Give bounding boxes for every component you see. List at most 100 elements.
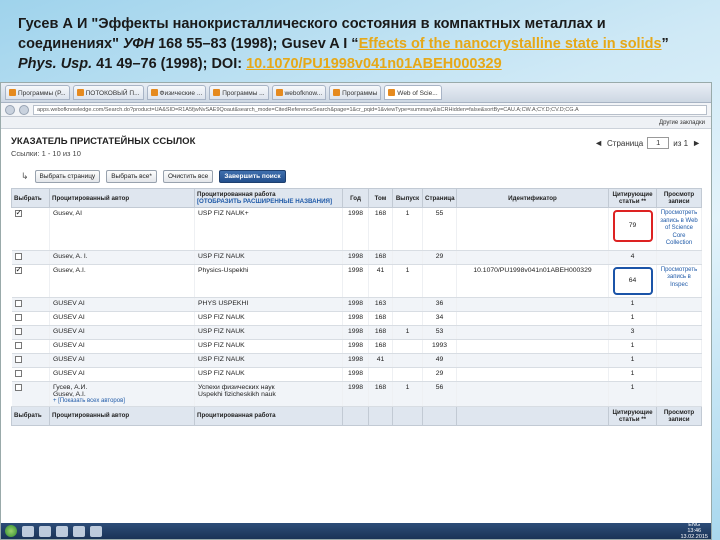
view-record-link[interactable] [656,353,702,368]
cell-author[interactable]: GUSEV AI [53,342,191,349]
browser-tab[interactable]: Программы ... [209,85,269,100]
title-journal-ru: УФН [123,36,155,52]
citing-count[interactable]: 3 [631,328,635,335]
row-checkbox[interactable] [14,208,22,217]
back-icon[interactable] [5,104,15,115]
cell-issue [392,339,423,354]
other-bookmarks[interactable]: Другие закладки [659,120,705,126]
view-record-link[interactable] [656,297,702,312]
citing-count[interactable]: 4 [631,253,635,260]
citing-count-highlight[interactable]: 64 [612,266,653,295]
browser-tab[interactable]: Web of Scie... [384,85,442,100]
cell-page: 56 [422,381,457,407]
forward-icon[interactable] [19,104,29,115]
view-record-link[interactable]: Просмотреть запись в Inspec [656,264,702,298]
view-record-link[interactable] [656,339,702,354]
word-icon[interactable] [73,525,85,537]
browser-tab[interactable]: ПОТОКОВЫЙ П... [72,85,144,100]
row-checkbox[interactable] [14,369,22,377]
show-all-authors-link[interactable]: + [Показать всех авторов] [53,398,191,404]
view-record-link[interactable] [656,367,702,382]
citing-count[interactable]: 1 [631,342,635,349]
browser-tab[interactable]: Программы (Р... [5,85,70,100]
row-checkbox[interactable] [14,355,22,363]
media-icon[interactable] [56,525,68,537]
row-checkbox[interactable] [14,341,22,349]
next-page-icon[interactable]: ► [692,138,701,148]
page-number-input[interactable]: 1 [647,137,670,149]
col-volume: Том [368,188,393,208]
cell-identifier [456,311,609,326]
paper-title-link[interactable]: Effects of the nanocrystalline state in … [359,36,662,52]
view-record-link[interactable] [656,325,702,340]
view-record-link[interactable]: Просмотреть запись в Web of Science Core… [656,207,702,251]
cell-author[interactable]: GUSEV AI [53,370,191,377]
citing-count[interactable]: 1 [631,356,635,363]
foot-view: Просмотр записи [656,405,702,426]
cell-page: 29 [422,250,457,265]
cell-page: 1993 [422,339,457,354]
table-row: GUSEV AI USP FIZ NAUK 1998 168 1 53 3 [11,325,702,340]
powerpoint-icon[interactable] [90,525,102,537]
browser-tab-label: Программы [342,90,378,97]
start-button-icon[interactable] [5,525,17,537]
row-checkbox[interactable] [14,327,22,335]
slide-title: Гусев А И "Эффекты нанокристаллического … [18,14,708,74]
select-page-button[interactable]: Выбрать страницу [34,170,101,183]
cell-author[interactable]: GUSEV AI [53,314,191,321]
browser-icon[interactable] [39,525,51,537]
explorer-icon[interactable] [22,525,34,537]
foot-citing: Цитирующие статьи ** [608,405,657,426]
cell-author[interactable]: GUSEV AI [53,328,191,335]
row-checkbox[interactable] [14,299,22,307]
col-work: Процитированная работа [ОТОБРАЗИТЬ РАСШИ… [194,188,343,208]
view-record-link[interactable] [656,311,702,326]
clear-all-button[interactable]: Очистить все [162,170,214,183]
row-checkbox[interactable] [14,252,22,260]
cell-issue [392,297,423,312]
pager-of: из 1 [673,138,689,148]
row-checkbox[interactable] [14,313,22,321]
cell-author[interactable]: Gusev, AI [53,210,191,217]
cell-year: 1998 [342,367,369,382]
select-all-button[interactable]: Выбрать все* [106,170,157,183]
doi-link[interactable]: 10.1070/PU1998v041n01ABEH000329 [246,56,502,72]
citing-count-highlight[interactable]: 79 [612,210,653,242]
title-text-4: 41 49–76 (1998); DOI: [92,56,247,72]
browser-tab-label: Физические ... [159,90,203,97]
cell-year: 1998 [342,325,369,340]
cell-identifier: 10.1070/PU1998v041n01ABEH000329 [456,264,609,298]
cell-author[interactable]: GUSEV AI [53,300,191,307]
url-field[interactable]: apps.webofknowledge.com/Search.do?produc… [33,104,707,115]
cell-page: 29 [422,367,457,382]
cell-author[interactable]: Gusev, A. I. [53,253,191,260]
finish-search-button[interactable]: Завершить поиск [219,170,286,183]
cell-author[interactable]: Гусев, А.И. [53,384,191,391]
browser-tab[interactable]: Программы [329,85,382,100]
cell-author[interactable]: Gusev, A.I. [53,267,191,274]
view-record-link[interactable] [656,250,702,265]
cell-work: USP FIZ NAUK [198,355,245,363]
view-record-link[interactable] [656,381,702,407]
table-row: Гусев, А.И. Gusev, A.I. + [Показать всех а… [11,381,702,407]
citing-count[interactable]: 1 [631,314,635,321]
page-title: УКАЗАТЕЛЬ ПРИСТАТЕЙНЫХ ССЫЛОК [11,136,196,147]
cell-year: 1998 [342,207,369,251]
prev-page-icon[interactable]: ◄ [594,138,603,148]
citing-count[interactable]: 1 [631,370,635,377]
browser-tab[interactable]: webofknow... [271,85,327,100]
cell-author-alt[interactable]: Gusev, A.I. [53,391,191,398]
clock-date: 13.02.2015 [680,534,708,540]
cell-volume: 168 [368,381,393,407]
expand-titles-link[interactable]: [ОТОБРАЗИТЬ РАСШИРЕННЫЕ НАЗВАНИЯ] [197,198,340,205]
citing-count[interactable]: 1 [631,300,635,307]
cell-author[interactable]: GUSEV AI [53,356,191,363]
browser-tab[interactable]: Физические ... [146,85,207,100]
table-row: GUSEV AI USP FIZ NAUK 1998 29 1 [11,367,702,382]
col-select: Выбрать [11,188,50,208]
cell-page: 34 [422,311,457,326]
citing-count[interactable]: 1 [631,384,635,391]
row-checkbox[interactable] [14,383,22,391]
cell-page: 53 [422,325,457,340]
row-checkbox[interactable] [14,265,22,274]
